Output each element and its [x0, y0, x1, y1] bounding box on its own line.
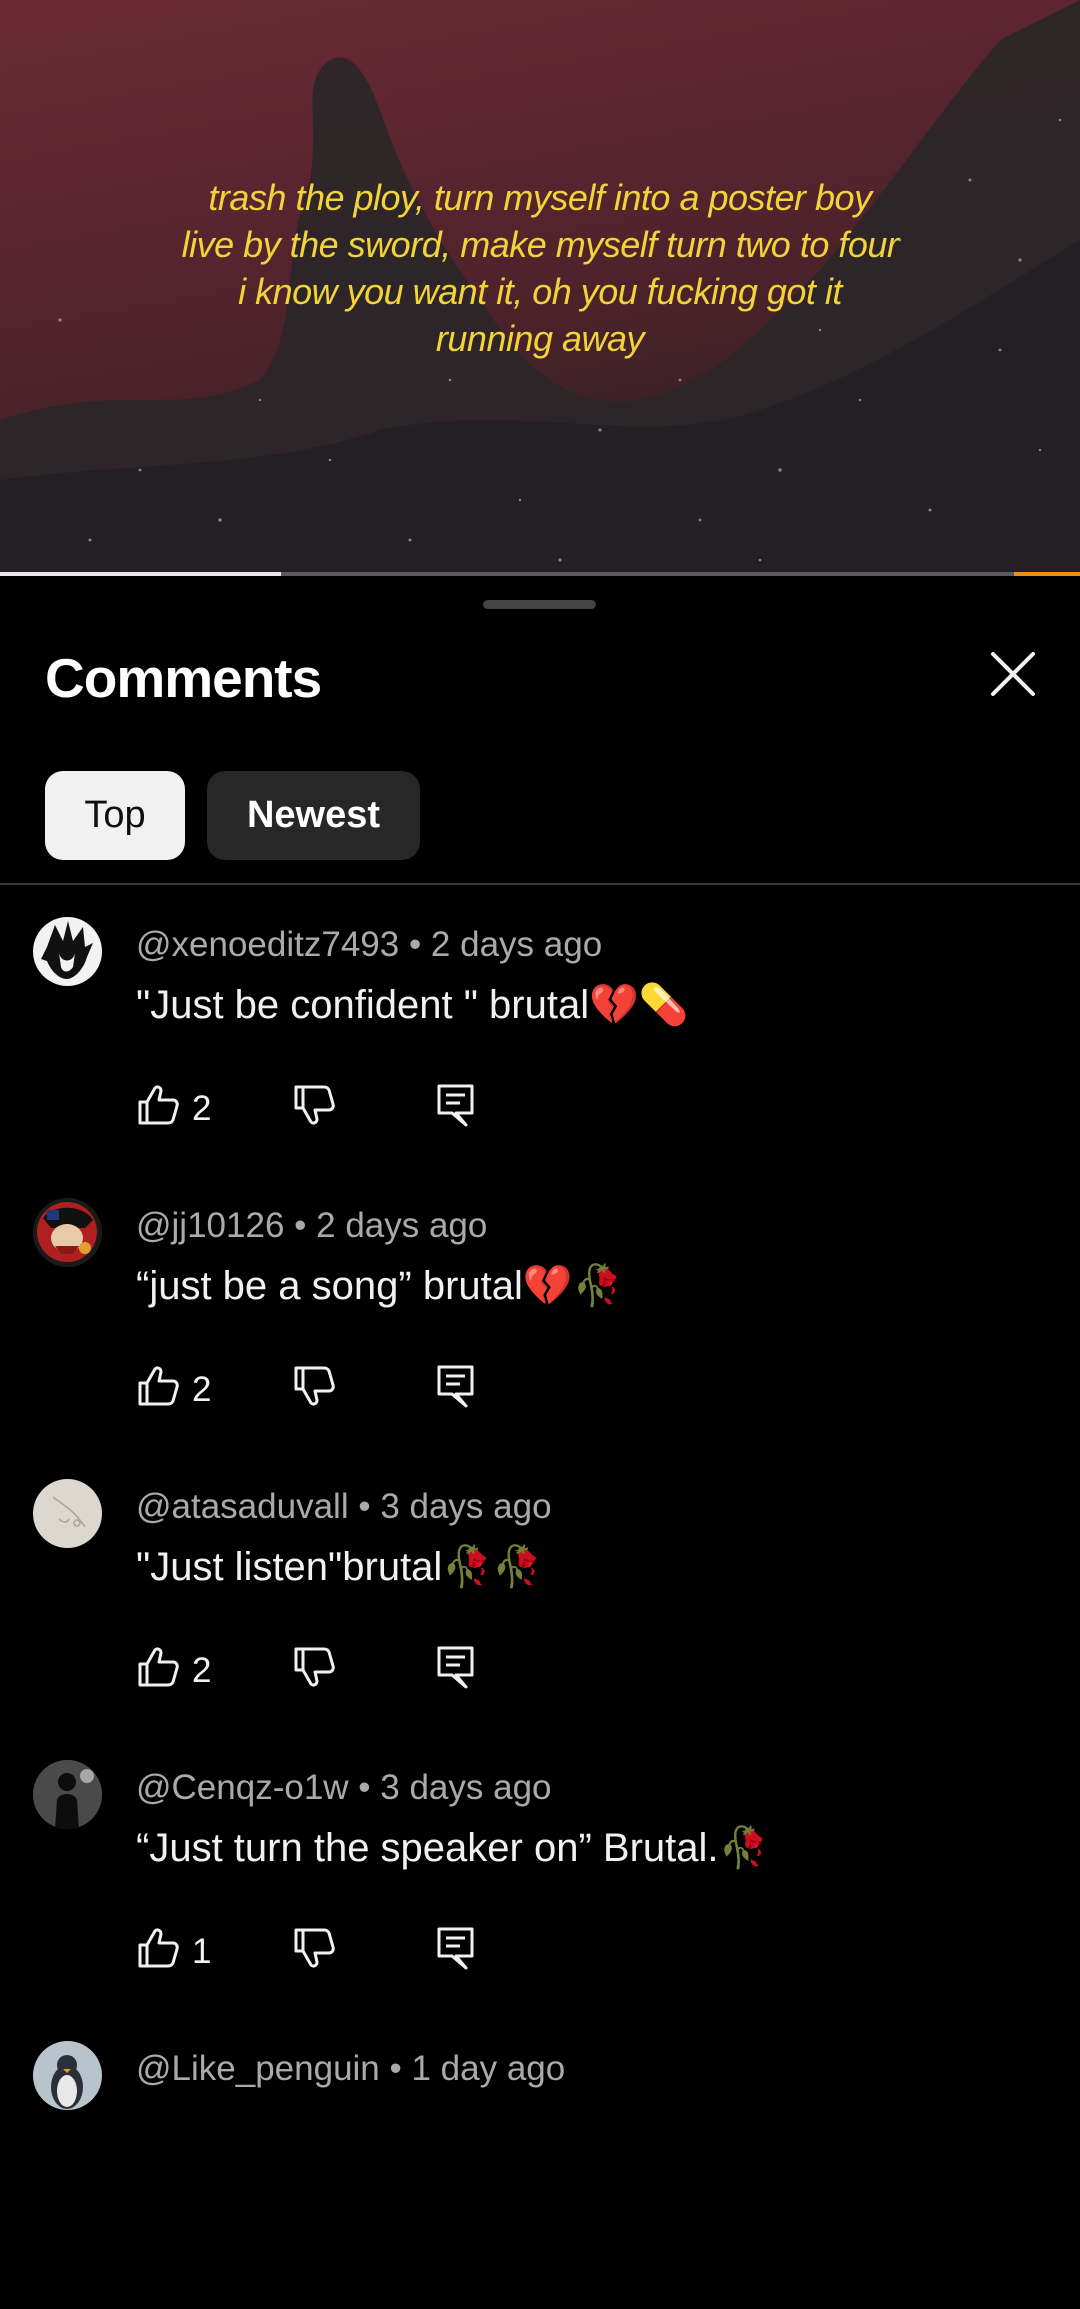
like-button[interactable]: 2 — [136, 1083, 211, 1132]
lyrics-overlay: trash the ploy, turn myself into a poste… — [0, 174, 1080, 362]
reply-button[interactable] — [436, 1364, 476, 1413]
comment-author[interactable]: @Cenqz-o1w — [136, 1768, 349, 1807]
comment-item: @Cenqz-o1w • 3 days ago “Just turn the s… — [0, 1748, 1080, 2028]
comment-emoji: 💔💊 — [589, 982, 689, 1028]
reply-comment-icon — [437, 1365, 474, 1408]
video-progress-segment — [1014, 572, 1080, 576]
comment-item: @xenoeditz7493 • 2 days ago "Just be con… — [0, 905, 1080, 1185]
filter-chip-top[interactable]: Top — [45, 771, 185, 860]
reply-button[interactable] — [436, 1926, 476, 1975]
avatar[interactable] — [33, 917, 102, 986]
like-count: 2 — [192, 1651, 212, 1690]
comment-text-body: "Just be confident " brutal — [136, 983, 590, 1027]
comment-item: @jj10126 • 2 days ago “just be a song” b… — [0, 1186, 1080, 1466]
thumbs-up-icon — [138, 1085, 179, 1125]
comment-time: 2 days ago — [316, 1206, 488, 1245]
comment-meta: @jj10126 • 2 days ago — [136, 1206, 487, 1246]
thumbs-down-icon — [294, 1928, 335, 1968]
avatar[interactable] — [33, 1479, 102, 1548]
comments-title: Comments — [45, 647, 322, 709]
comment-author[interactable]: @atasaduvall — [136, 1487, 349, 1526]
avatar[interactable] — [33, 1198, 102, 1267]
video-progress-fill — [0, 572, 281, 576]
like-button[interactable]: 2 — [136, 1364, 211, 1413]
lyric-line: running away — [435, 318, 645, 359]
meta-separator: • — [348, 1768, 381, 1807]
comment-meta: @xenoeditz7493 • 2 days ago — [136, 925, 602, 965]
comment-item: @atasaduvall • 3 days ago "Just listen"b… — [0, 1467, 1080, 1747]
like-button[interactable]: 1 — [136, 1926, 211, 1975]
thumbs-down-icon — [294, 1647, 335, 1687]
comment-time: 2 days ago — [430, 925, 603, 964]
video-player[interactable]: trash the ploy, turn myself into a poste… — [0, 0, 1080, 576]
filter-chip-newest[interactable]: Newest — [207, 771, 420, 860]
lyric-line: i know you want it, oh you fucking got i… — [238, 271, 842, 312]
like-count: 2 — [192, 1370, 212, 1409]
comment-time: 3 days ago — [380, 1487, 552, 1526]
comment-text-body: "Just listen"brutal — [136, 1545, 443, 1589]
dislike-button[interactable] — [292, 1083, 336, 1132]
comment-text: “Just turn the speaker on” Brutal.🥀 — [136, 1824, 768, 1871]
divider — [0, 883, 1080, 885]
meta-separator: • — [399, 925, 431, 964]
thumbs-up-icon — [138, 1647, 179, 1687]
thumbs-down-icon — [294, 1085, 335, 1125]
reply-comment-icon — [437, 1084, 474, 1127]
comment-meta: @Cenqz-o1w • 3 days ago — [136, 1768, 552, 1808]
meta-separator: • — [379, 2049, 412, 2088]
comment-item: @Like_penguin • 1 day ago — [0, 2029, 1080, 2309]
avatar[interactable] — [33, 1760, 102, 1829]
lyric-line: live by the sword, make myself turn two … — [181, 224, 899, 265]
dislike-button[interactable] — [292, 1364, 336, 1413]
reply-comment-icon — [437, 1646, 474, 1689]
comment-text: "Just be confident " brutal💔💊 — [136, 981, 689, 1028]
reply-button[interactable] — [436, 1083, 476, 1132]
avatar[interactable] — [33, 2041, 102, 2110]
reply-button[interactable] — [436, 1645, 476, 1694]
thumbs-up-icon — [138, 1366, 179, 1406]
meta-separator: • — [348, 1487, 381, 1526]
comment-emoji: 🥀🥀 — [442, 1544, 542, 1590]
video-progress-bar[interactable] — [0, 572, 1080, 576]
like-button[interactable]: 2 — [136, 1645, 211, 1694]
comment-meta: @atasaduvall • 3 days ago — [136, 1487, 552, 1527]
thumbs-down-icon — [294, 1366, 335, 1406]
comment-text: “just be a song” brutal💔🥀 — [136, 1262, 622, 1309]
like-count: 1 — [192, 1932, 212, 1971]
reply-comment-icon — [437, 1927, 474, 1970]
comment-text: "Just listen"brutal🥀🥀 — [136, 1543, 542, 1590]
comments-sheet: Comments Top Newest @xenoeditz7493 • 2 d… — [0, 578, 1080, 2110]
comment-time: 3 days ago — [380, 1768, 552, 1807]
meta-separator: • — [284, 1206, 317, 1245]
comment-text-body: “Just turn the speaker on” Brutal. — [136, 1826, 719, 1870]
comment-meta: @Like_penguin • 1 day ago — [136, 2049, 565, 2089]
like-count: 2 — [192, 1089, 212, 1128]
lyric-line: trash the ploy, turn myself into a poste… — [208, 177, 872, 218]
comment-emoji: 💔🥀 — [522, 1263, 623, 1309]
drag-handle[interactable] — [483, 600, 596, 609]
dislike-button[interactable] — [292, 1926, 336, 1975]
close-icon[interactable] — [985, 646, 1041, 702]
dislike-button[interactable] — [292, 1645, 336, 1694]
comment-author[interactable]: @xenoeditz7493 — [136, 925, 399, 964]
comment-emoji: 🥀 — [718, 1825, 769, 1871]
comment-author[interactable]: @jj10126 — [136, 1206, 284, 1245]
comment-author[interactable]: @Like_penguin — [136, 2049, 380, 2088]
thumbs-up-icon — [138, 1928, 179, 1968]
comment-time: 1 day ago — [411, 2049, 566, 2088]
comment-text-body: “just be a song” brutal — [136, 1264, 523, 1308]
